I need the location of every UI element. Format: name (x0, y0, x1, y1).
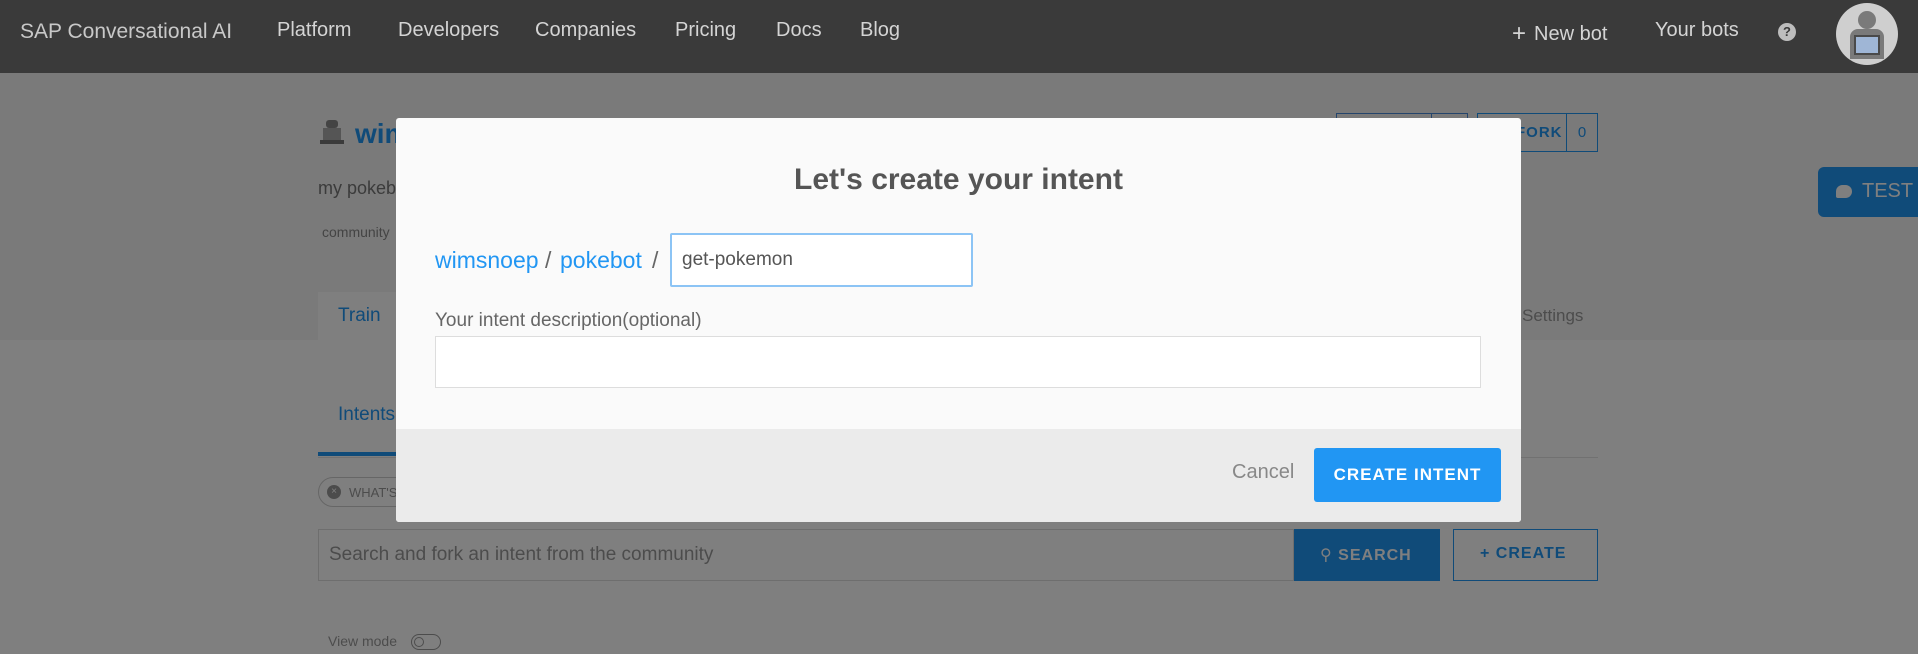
plus-icon: + (1512, 20, 1527, 47)
new-bot-label: New bot (1534, 23, 1608, 45)
modal-title: Let's create your intent (794, 163, 1123, 196)
nav-link-blog[interactable]: Blog (860, 19, 900, 42)
avatar[interactable] (1836, 3, 1898, 65)
help-icon[interactable]: ? (1778, 23, 1796, 41)
crumb-user[interactable]: wimsnoep (435, 247, 539, 274)
avatar-head (1858, 11, 1876, 29)
create-intent-button[interactable]: CREATE INTENT (1314, 448, 1501, 502)
crumb-separator: / (652, 247, 659, 273)
crumb-separator: / (545, 247, 552, 273)
intent-name-input[interactable] (670, 233, 973, 287)
modal-footer: Cancel CREATE INTENT (396, 429, 1521, 522)
cancel-button[interactable]: Cancel (1232, 461, 1294, 484)
nav-link-docs[interactable]: Docs (776, 19, 822, 42)
nav-link-platform[interactable]: Platform (277, 19, 351, 42)
new-bot-button[interactable]: + New bot (1512, 19, 1607, 47)
nav-link-pricing[interactable]: Pricing (675, 19, 736, 42)
intent-description-input[interactable] (435, 336, 1481, 388)
your-bots-link[interactable]: Your bots (1655, 19, 1739, 42)
crumb-bot[interactable]: pokebot (560, 247, 642, 274)
top-nav: SAP Conversational AI Platform Developer… (0, 0, 1918, 73)
create-intent-modal: Let's create your intent wimsnoep / poke… (396, 118, 1521, 522)
description-label: Your intent description(optional) (435, 310, 702, 331)
nav-link-companies[interactable]: Companies (535, 19, 636, 42)
brand-logo[interactable]: SAP Conversational AI (20, 20, 232, 44)
nav-link-developers[interactable]: Developers (398, 19, 499, 42)
avatar-laptop (1854, 35, 1880, 55)
